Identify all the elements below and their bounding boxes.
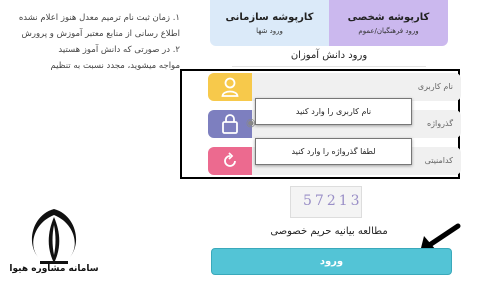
user-icon	[208, 73, 252, 101]
login-button[interactable]: ورود	[211, 248, 452, 275]
privacy-link[interactable]: مطالعه بیانیه حریم خصوصی	[210, 226, 448, 237]
tab-personal-subtitle: ورود فرهنگیان/عموم	[358, 26, 419, 35]
captcha-text: 57213	[303, 193, 363, 209]
note-line: ۲. در صورتی که دانش آموز هستید	[58, 45, 180, 55]
section-title: ورود دانش آموزان	[290, 50, 368, 61]
password-tooltip: لطفا گذرواژه را وارد کنید	[255, 138, 412, 165]
password-label: گذرواژه	[426, 119, 453, 128]
captcha-label: کدامنیتی	[424, 156, 453, 165]
refresh-icon[interactable]	[208, 147, 252, 175]
username-label: نام کاربری	[417, 82, 453, 91]
tab-personal-title: کارپوشه شخصی	[347, 11, 430, 23]
tab-organizational-title: کارپوشه سازمانی	[225, 11, 314, 23]
login-type-tabs: کارپوشه سازمانی ورود شها کارپوشه شخصی ور…	[210, 0, 448, 46]
username-field[interactable]: نام کاربری	[208, 73, 461, 101]
note-line: مواجه میشوید، مجدد نسبت به تنظیم	[50, 61, 180, 71]
note-line: ۱. زمان ثبت نام ترمیم معدل هنوز اعلام نش…	[18, 13, 180, 23]
tab-organizational[interactable]: کارپوشه سازمانی ورود شها	[210, 0, 329, 46]
logo-text: سامانه مشاوره هیوا	[9, 264, 99, 274]
username-tooltip: نام کاربری را وارد کنید	[255, 98, 412, 125]
note-line: اطلاع رسانی از منابع معتبر آموزش و پرورش	[21, 29, 180, 39]
tab-organizational-subtitle: ورود شها	[256, 26, 283, 35]
divider	[232, 66, 426, 67]
tab-personal[interactable]: کارپوشه شخصی ورود فرهنگیان/عموم	[329, 0, 448, 46]
announcement-notes: ۱. زمان ثبت نام ترمیم معدل هنوز اعلام نش…	[0, 10, 180, 74]
